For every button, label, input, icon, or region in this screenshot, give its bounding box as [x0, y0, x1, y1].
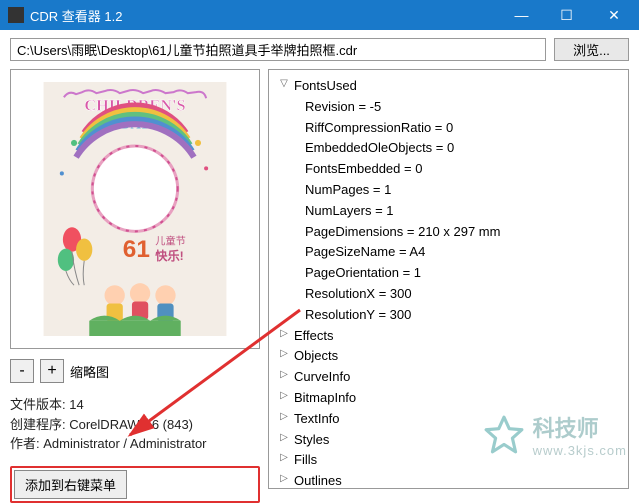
- tree-node-fontsused[interactable]: FontsUsed: [294, 76, 357, 97]
- version-row: 文件版本: 14: [10, 395, 260, 415]
- tree-leaf: ResolutionX = 300: [305, 284, 620, 305]
- thumb-controls: - + 缩略图: [10, 359, 260, 383]
- tree-leaf: FontsEmbedded = 0: [305, 159, 620, 180]
- tree-toggle-icon[interactable]: ▷: [277, 430, 291, 446]
- author-row: 作者: Administrator / Administrator: [10, 434, 260, 454]
- tree-node-curveinfo[interactable]: CurveInfo: [294, 367, 350, 388]
- tree-leaf: PageSizeName = A4: [305, 242, 620, 263]
- tree-node-outlines[interactable]: Outlines: [294, 471, 342, 489]
- tree-node-effects[interactable]: Effects: [294, 326, 334, 347]
- maximize-button[interactable]: ☐: [544, 0, 589, 30]
- browse-button[interactable]: 浏览...: [554, 38, 629, 61]
- tree-node-objects[interactable]: Objects: [294, 346, 338, 367]
- tree-toggle-icon[interactable]: ▽: [277, 76, 291, 92]
- zoom-in-button[interactable]: +: [40, 359, 64, 383]
- tree-toggle-icon[interactable]: ▷: [277, 326, 291, 342]
- tree-toggle-icon[interactable]: ▷: [277, 450, 291, 466]
- zoom-out-button[interactable]: -: [10, 359, 34, 383]
- pathbar: 浏览...: [0, 30, 639, 69]
- tree-children: Revision = -5 RiffCompressionRatio = 0 E…: [305, 97, 620, 326]
- tree-leaf: EmbeddedOleObjects = 0: [305, 138, 620, 159]
- tree-toggle-icon[interactable]: ▷: [277, 388, 291, 404]
- svg-text:儿童节: 儿童节: [155, 235, 185, 248]
- tree-leaf: NumLayers = 1: [305, 201, 620, 222]
- tree-leaf: ResolutionY = 300: [305, 305, 620, 326]
- add-button-highlight: 添加到右键菜单: [10, 466, 260, 503]
- creator-row: 创建程序: CorelDRAW X6 (843): [10, 415, 260, 435]
- tree-leaf: NumPages = 1: [305, 180, 620, 201]
- tree-leaf: Revision = -5: [305, 97, 620, 118]
- properties-tree: ▽FontsUsed Revision = -5 RiffCompression…: [268, 69, 629, 489]
- filepath-input[interactable]: [10, 38, 546, 61]
- preview-box: CHILDREN'S DAY 61 儿童节 快乐!: [10, 69, 260, 349]
- minimize-button[interactable]: —: [499, 0, 544, 30]
- window-controls: — ☐ ✕: [499, 0, 639, 30]
- left-panel: CHILDREN'S DAY 61 儿童节 快乐!: [10, 69, 260, 489]
- main-area: CHILDREN'S DAY 61 儿童节 快乐!: [0, 69, 639, 499]
- add-contextmenu-button[interactable]: 添加到右键菜单: [14, 470, 127, 499]
- tree-leaf: RiffCompressionRatio = 0: [305, 118, 620, 139]
- file-info: 文件版本: 14 创建程序: CorelDRAW X6 (843) 作者: Ad…: [10, 395, 260, 454]
- tree-node-fills[interactable]: Fills: [294, 450, 317, 471]
- tree-toggle-icon[interactable]: ▷: [277, 346, 291, 362]
- tree-toggle-icon[interactable]: ▷: [277, 409, 291, 425]
- tree-leaf: PageDimensions = 210 x 297 mm: [305, 222, 620, 243]
- thumb-label: 缩略图: [70, 362, 109, 381]
- tree-node-bitmapinfo[interactable]: BitmapInfo: [294, 388, 356, 409]
- close-button[interactable]: ✕: [589, 0, 639, 30]
- app-icon: [8, 7, 24, 23]
- titlebar: CDR 查看器 1.2 — ☐ ✕: [0, 0, 639, 30]
- window-title: CDR 查看器 1.2: [30, 6, 499, 25]
- tree-toggle-icon[interactable]: ▷: [277, 367, 291, 383]
- tree-leaf: PageOrientation = 1: [305, 263, 620, 284]
- preview-image: CHILDREN'S DAY 61 儿童节 快乐!: [23, 82, 247, 336]
- tree-toggle-icon[interactable]: ▷: [277, 471, 291, 487]
- svg-text:快乐!: 快乐!: [155, 248, 183, 263]
- tree-node-textinfo[interactable]: TextInfo: [294, 409, 340, 430]
- svg-text:61: 61: [123, 236, 150, 263]
- tree-node-styles[interactable]: Styles: [294, 430, 329, 451]
